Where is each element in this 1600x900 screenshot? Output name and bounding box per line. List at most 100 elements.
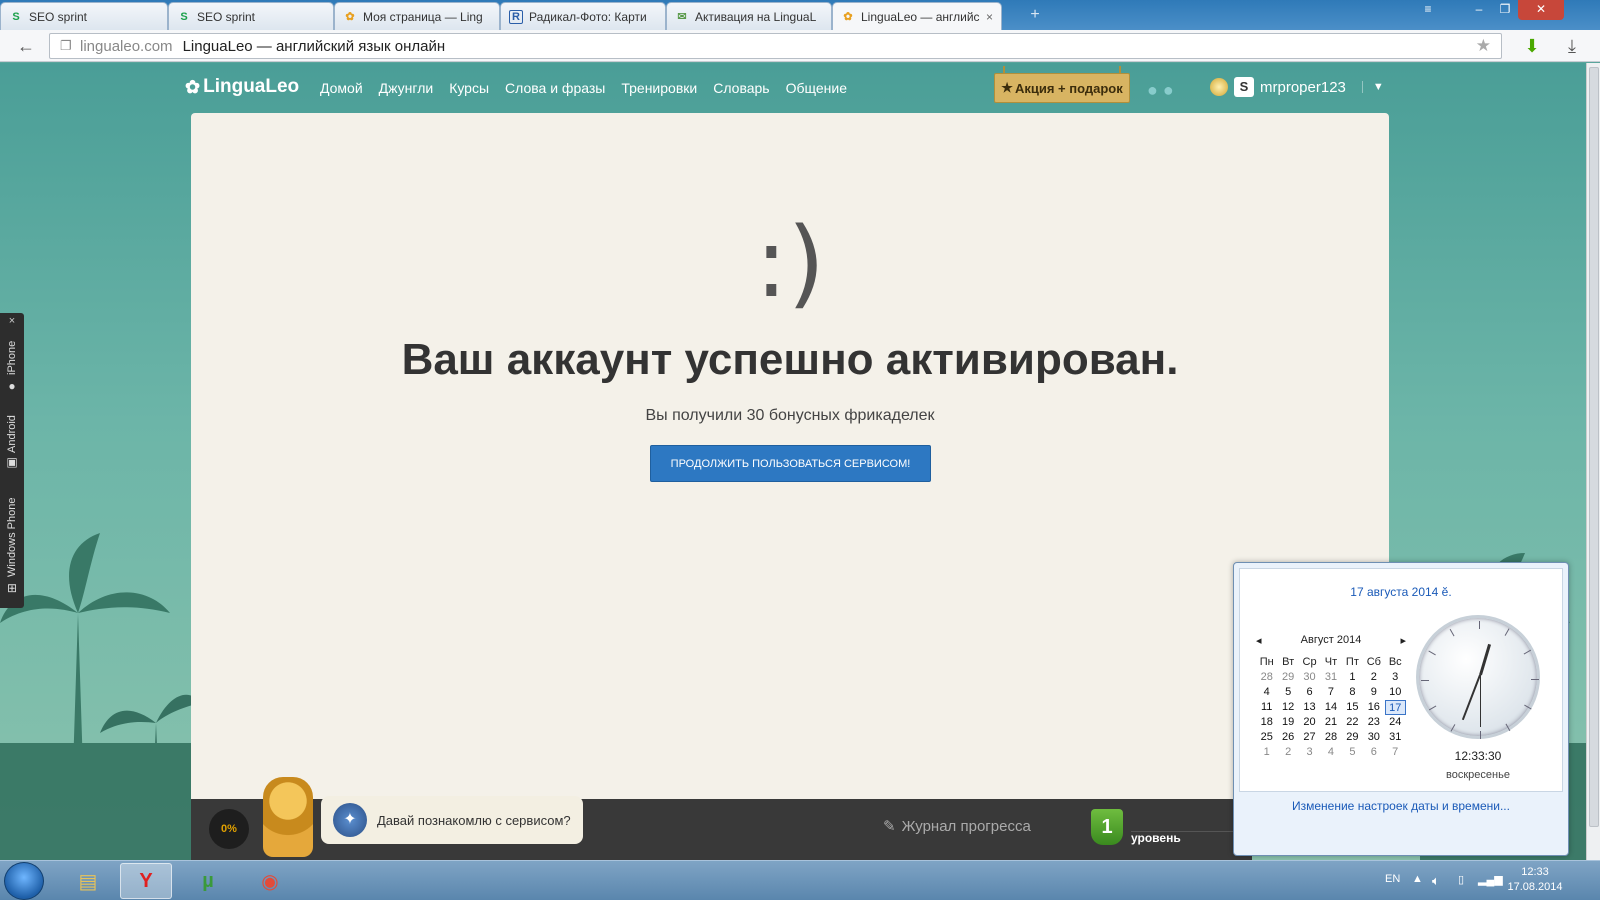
page-scrollbar[interactable]: [1586, 63, 1600, 860]
calendar-day[interactable]: 9: [1363, 685, 1384, 700]
continue-button[interactable]: ПРОДОЛЖИТЬ ПОЛЬЗОВАТЬСЯ СЕРВИСОМ!: [650, 445, 931, 482]
prev-month-icon[interactable]: ◂: [1256, 634, 1262, 647]
language-indicator[interactable]: EN: [1385, 873, 1400, 885]
browser-tab-active[interactable]: ✿ LinguaLeo — английс ×: [832, 2, 1002, 30]
calendar-day[interactable]: 2: [1277, 745, 1298, 760]
calendar-day[interactable]: 1: [1256, 745, 1277, 760]
calendar-day[interactable]: 30: [1363, 730, 1384, 745]
chevron-down-icon[interactable]: ▼: [1361, 81, 1384, 93]
progress-percent[interactable]: 0%: [209, 809, 249, 849]
calendar-day[interactable]: 31: [1385, 730, 1406, 745]
lion-mascot-icon[interactable]: [263, 777, 313, 857]
downloads-icon[interactable]: ⤓: [1560, 34, 1584, 58]
calendar-day[interactable]: 3: [1299, 745, 1320, 760]
download-extension-icon[interactable]: ⬇: [1520, 34, 1544, 58]
chat-icon[interactable]: ● ●: [1147, 80, 1191, 100]
calendar-day[interactable]: 12: [1277, 700, 1298, 715]
browser-tab[interactable]: S SEO sprint: [168, 2, 334, 30]
browser-tab[interactable]: S SEO sprint: [0, 2, 168, 30]
calendar-day[interactable]: 4: [1320, 745, 1341, 760]
progress-journal-link[interactable]: ✎ Журнал прогресса: [883, 817, 1031, 836]
calendar-day[interactable]: 26: [1277, 730, 1298, 745]
utorrent-icon[interactable]: µ: [182, 863, 234, 899]
calendar-day[interactable]: 13: [1299, 700, 1320, 715]
calendar-day[interactable]: 22: [1342, 715, 1363, 730]
calendar-day[interactable]: 7: [1385, 745, 1406, 760]
restore-button[interactable]: ❐: [1492, 0, 1518, 20]
calendar-day[interactable]: 24: [1385, 715, 1406, 730]
calendar-day[interactable]: 6: [1299, 685, 1320, 700]
calendar-day[interactable]: 29: [1277, 670, 1298, 685]
browser-tab[interactable]: ✿ Моя страница — Ling: [334, 2, 500, 30]
tour-bubble[interactable]: ✦ Давай познакомлю с сервисом?: [321, 796, 583, 844]
bookmark-star-icon[interactable]: ★: [1476, 36, 1491, 56]
calendar-day[interactable]: 5: [1277, 685, 1298, 700]
calendar-day[interactable]: 28: [1320, 730, 1341, 745]
calendar-day[interactable]: 20: [1299, 715, 1320, 730]
battery-icon[interactable]: ▯: [1458, 873, 1464, 886]
date-settings-link[interactable]: Изменение настроек даты и времени...: [1234, 799, 1568, 813]
chrome-menu-icon[interactable]: ≡: [1414, 0, 1442, 20]
taskbar-clock[interactable]: 12:33 17.08.2014: [1507, 865, 1563, 895]
nav-dictionary[interactable]: Словарь: [713, 80, 769, 96]
yandex-browser-icon[interactable]: Y: [120, 863, 172, 899]
calendar-day[interactable]: 8: [1342, 685, 1363, 700]
calendar-day[interactable]: 28: [1256, 670, 1277, 685]
nav-jungle[interactable]: Джунгли: [379, 80, 434, 96]
calendar-day[interactable]: 14: [1320, 700, 1341, 715]
android-link[interactable]: Android: [0, 405, 24, 453]
nav-home[interactable]: Домой: [320, 80, 363, 96]
calendar-day[interactable]: 2: [1363, 670, 1384, 685]
calendar-day[interactable]: 4: [1256, 685, 1277, 700]
address-bar[interactable]: ❐ lingualeo.com LinguaLeo — английский я…: [49, 33, 1502, 59]
volume-icon[interactable]: 🔈︎: [1432, 873, 1440, 889]
calendar-day[interactable]: 25: [1256, 730, 1277, 745]
browser-tab[interactable]: ✉ Активация на LinguaL: [666, 2, 832, 30]
tray-expand-icon[interactable]: ▲: [1412, 873, 1423, 885]
next-month-icon[interactable]: ▸: [1400, 634, 1406, 647]
start-button[interactable]: [4, 862, 44, 900]
close-window-button[interactable]: ✕: [1518, 0, 1564, 20]
new-tab-button[interactable]: +: [1024, 7, 1046, 25]
network-icon[interactable]: ▂▄▆: [1478, 873, 1503, 886]
scrollbar-thumb[interactable]: [1589, 67, 1599, 827]
iphone-link[interactable]: iPhone: [0, 333, 24, 375]
calendar-day[interactable]: 16: [1363, 700, 1384, 715]
calendar-day[interactable]: 27: [1299, 730, 1320, 745]
nav-community[interactable]: Общение: [786, 80, 847, 96]
calendar-day[interactable]: 3: [1385, 670, 1406, 685]
nav-words[interactable]: Слова и фразы: [505, 80, 605, 96]
user-menu[interactable]: S mrproper123 ▼: [1210, 77, 1384, 97]
explorer-icon[interactable]: ▤: [62, 863, 114, 899]
close-icon[interactable]: ×: [0, 315, 24, 327]
calendar-day[interactable]: 29: [1342, 730, 1363, 745]
calendar-day[interactable]: 21: [1320, 715, 1341, 730]
level-indicator[interactable]: 1 уровень: [1091, 809, 1251, 845]
calendar-day[interactable]: 18: [1256, 715, 1277, 730]
close-tab-icon[interactable]: ×: [982, 10, 993, 24]
calendar-day[interactable]: 31: [1320, 670, 1341, 685]
calendar-day[interactable]: 17: [1384, 700, 1406, 715]
calendar-day[interactable]: 23: [1363, 715, 1384, 730]
calendar-day[interactable]: 7: [1320, 685, 1341, 700]
calendar-day[interactable]: 15: [1342, 700, 1363, 715]
back-arrow-icon[interactable]: ←: [14, 35, 38, 57]
calendar-month[interactable]: Август 2014: [1301, 634, 1362, 647]
calendar-day[interactable]: 5: [1342, 745, 1363, 760]
calendar-day[interactable]: 1: [1342, 670, 1363, 685]
calendar-date-header[interactable]: 17 августа 2014 ӗ.: [1240, 585, 1562, 599]
calendar-day[interactable]: 11: [1256, 700, 1277, 715]
minimize-button[interactable]: ‒: [1466, 0, 1492, 20]
promo-button[interactable]: ★ Акция + подарок: [994, 66, 1130, 103]
chrome-icon[interactable]: ◉: [244, 863, 296, 899]
nav-training[interactable]: Тренировки: [621, 80, 697, 96]
lingualeo-logo[interactable]: ✿ LinguaLeo: [185, 76, 299, 98]
calendar-day[interactable]: 6: [1363, 745, 1384, 760]
nav-courses[interactable]: Курсы: [449, 80, 489, 96]
calendar-day[interactable]: 19: [1277, 715, 1298, 730]
windows-phone-link[interactable]: Windows Phone: [0, 483, 24, 578]
browser-tab[interactable]: R Радикал-Фото: Карти: [500, 2, 666, 30]
clock-tick: [1450, 724, 1456, 732]
calendar-day[interactable]: 30: [1299, 670, 1320, 685]
calendar-day[interactable]: 10: [1385, 685, 1406, 700]
